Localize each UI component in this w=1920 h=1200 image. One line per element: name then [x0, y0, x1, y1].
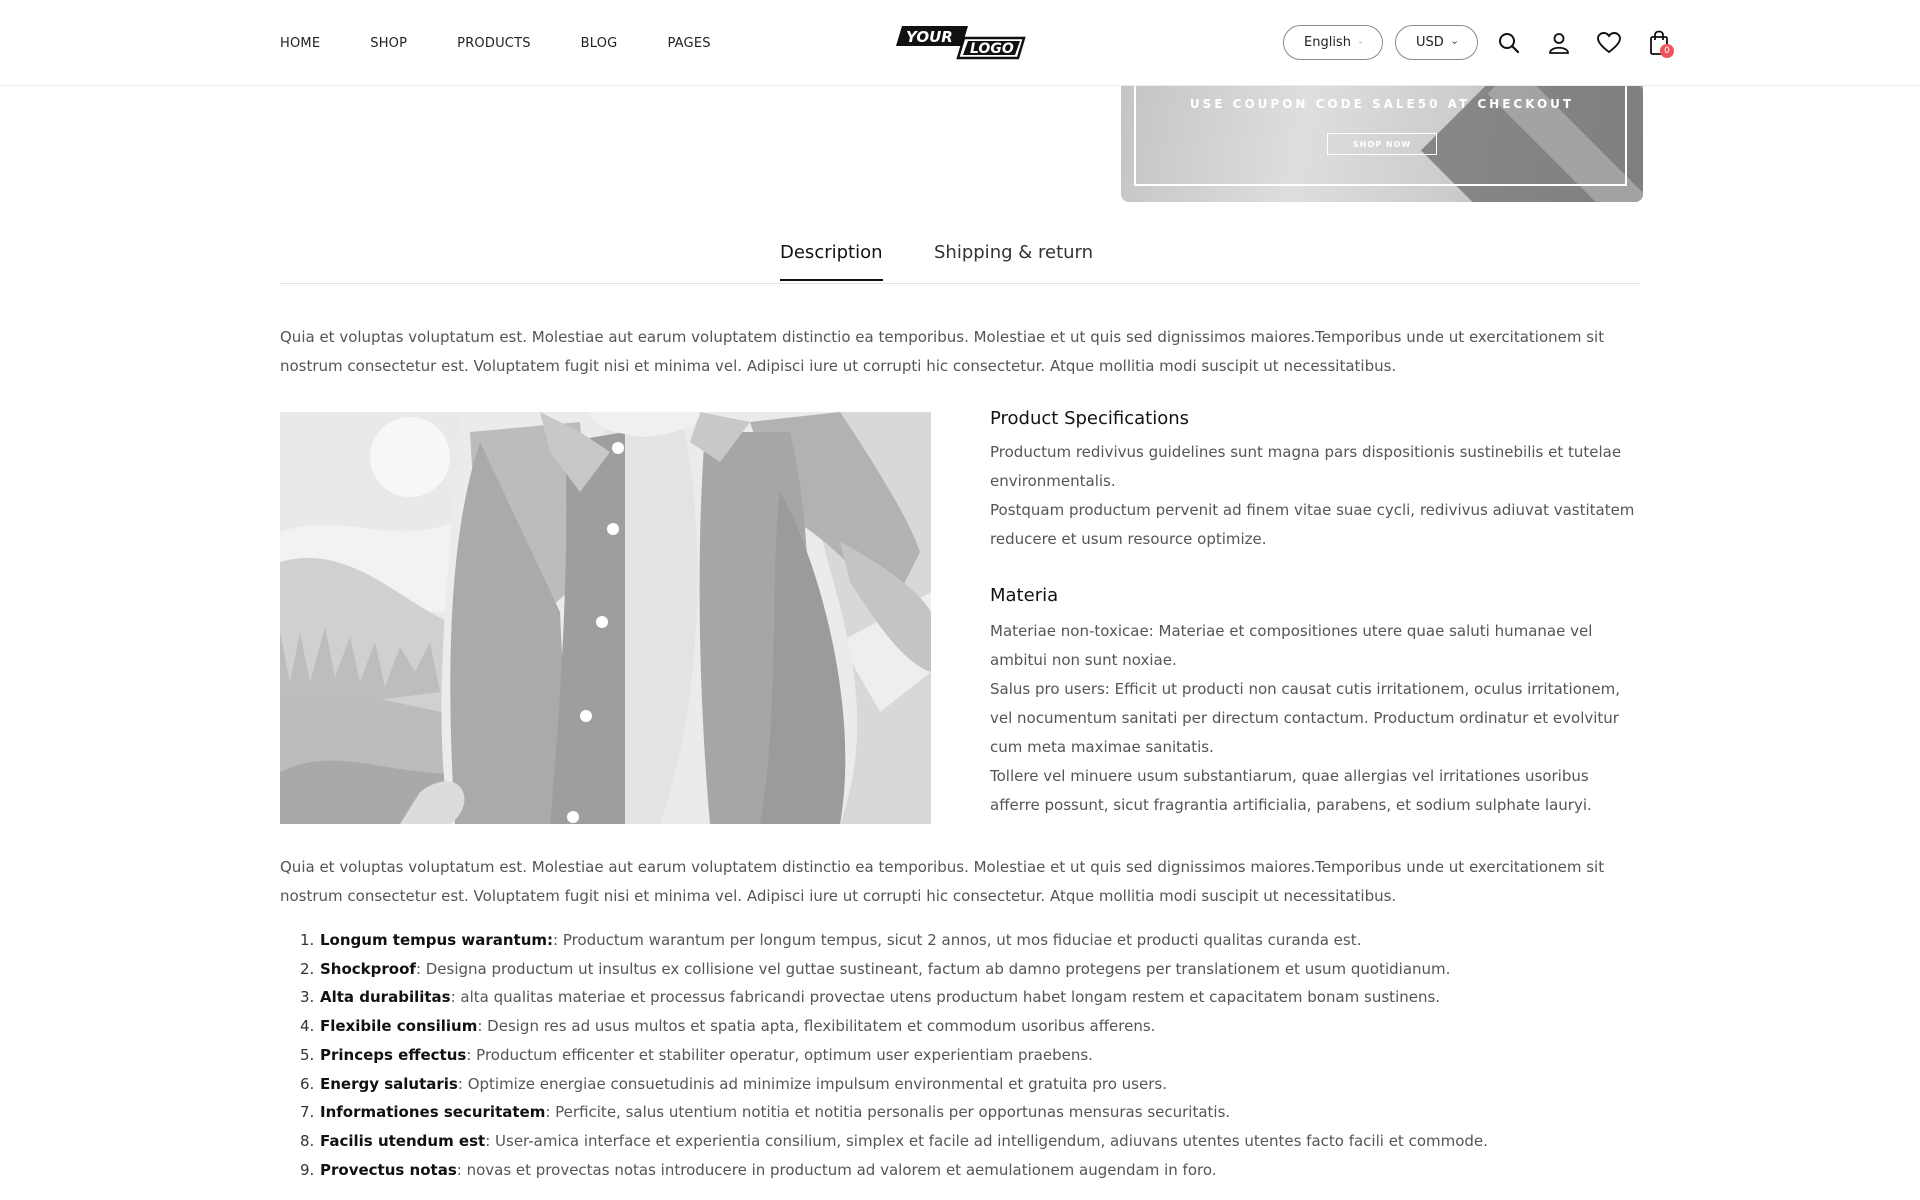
specs-title: Product Specifications: [990, 408, 1190, 429]
currency-select[interactable]: USD: [1395, 25, 1478, 60]
product-image: [280, 412, 931, 824]
description-outro: Quia et voluptas voluptatum est. Molesti…: [280, 858, 1605, 905]
nav-products[interactable]: PRODUCTS: [457, 36, 531, 51]
specs-line: Postquam productum pervenit ad finem vit…: [990, 501, 1635, 548]
tab-description[interactable]: Description: [780, 242, 883, 281]
materia-line: Materiae non-toxicae: Materiae et compos…: [990, 622, 1593, 669]
tab-shipping-return[interactable]: Shipping & return: [934, 242, 1093, 263]
cart-count-badge: 0: [1660, 44, 1674, 58]
header-icons: 0: [1492, 26, 1676, 60]
specs-line: Productum redivivus guidelines sunt magn…: [990, 443, 1622, 490]
feature-list: 1. Longum tempus warantum:: Productum war…: [300, 926, 1640, 1184]
nav-shop[interactable]: SHOP: [370, 36, 407, 51]
materia-title: Materia: [990, 585, 1059, 606]
chevron-down-icon: [1452, 41, 1457, 45]
currency-value: USD: [1416, 35, 1444, 50]
user-icon[interactable]: [1542, 26, 1576, 60]
list-item: 3. Alta durabilitas: alta qualitas materi…: [300, 988, 1441, 1007]
list-item: 2. Shockproof: Designa productum ut insul…: [300, 959, 1451, 978]
header-selects: English USD: [1283, 25, 1478, 60]
materia-block: Materia Materiae non-toxicae: Materiae e…: [990, 585, 1640, 820]
cart-icon[interactable]: 0: [1642, 26, 1676, 60]
materia-line: Tollere vel minuere usum substantiarum, …: [990, 767, 1592, 814]
product-tabs: Description Shipping & return: [280, 238, 1640, 284]
language-select[interactable]: English: [1283, 25, 1383, 60]
search-icon[interactable]: [1492, 26, 1526, 60]
list-item: 5. Princeps effectus: Productum efficente…: [300, 1045, 1093, 1064]
language-value: English: [1304, 35, 1351, 50]
materia-line: Salus pro users: Efficit ut producti non…: [990, 680, 1620, 756]
list-item: 8. Facilis utendum est: User-amica interf…: [300, 1131, 1488, 1150]
heart-icon[interactable]: [1592, 26, 1626, 60]
chevron-down-icon: [1359, 41, 1362, 44]
list-item: 1. Longum tempus warantum:: Productum war…: [300, 931, 1362, 949]
site-header: HOME SHOP PRODUCTS BLOG PAGES YOUR LOGO …: [0, 0, 1920, 86]
coupon-text: USE COUPON CODE SALE50 AT CHECKOUT: [1189, 97, 1575, 111]
nav-pages[interactable]: PAGES: [667, 36, 710, 51]
specs-column: Product Specifications Productum rediviv…: [990, 408, 1640, 814]
promo-banner[interactable]: USE COUPON CODE SALE50 AT CHECKOUT SHOP …: [1121, 86, 1643, 202]
list-item: 7. Informationes securitatem: Perficite, …: [300, 1103, 1231, 1122]
list-item: 6. Energy salutaris: Optimize energiae co…: [300, 1074, 1167, 1093]
logo-bottom-text: LOGO: [970, 41, 1014, 57]
site-logo[interactable]: YOUR LOGO: [896, 24, 1026, 60]
main-nav: HOME SHOP PRODUCTS BLOG PAGES: [280, 0, 761, 86]
description-intro: Quia et voluptas voluptatum est. Molesti…: [280, 328, 1605, 375]
list-item: 4. Flexibile consilium: Design res ad usu…: [300, 1017, 1156, 1036]
shop-now-button[interactable]: SHOP NOW: [1327, 133, 1437, 155]
logo-top-text: YOUR: [906, 28, 953, 46]
list-item: 9. Provectus notas: novas et provectas no…: [300, 1160, 1217, 1179]
nav-home[interactable]: HOME: [280, 36, 320, 51]
nav-blog[interactable]: BLOG: [581, 36, 618, 51]
